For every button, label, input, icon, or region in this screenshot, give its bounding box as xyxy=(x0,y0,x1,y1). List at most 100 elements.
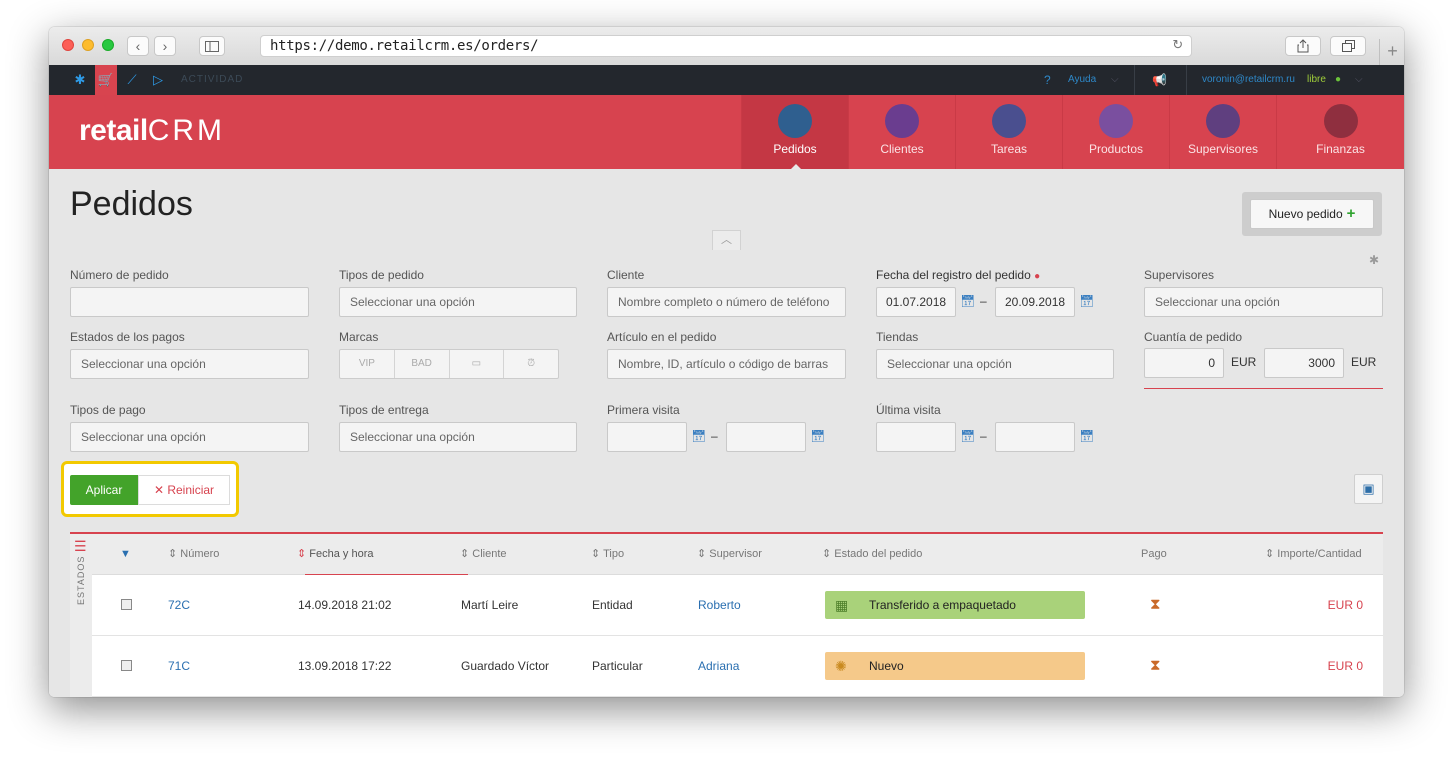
payment-status-select[interactable]: Seleccionar una opción xyxy=(70,349,309,379)
col-amount[interactable]: ⇕ Importe/Cantidad xyxy=(1265,534,1362,574)
row-checkbox[interactable] xyxy=(121,599,132,610)
mark-bookmark-button[interactable]: ▭ xyxy=(450,350,505,378)
col-manager[interactable]: ⇕ Supervisor xyxy=(697,534,762,574)
collapse-filters-button[interactable]: ︿ xyxy=(712,230,741,250)
new-order-button[interactable]: Nuevo pedido + xyxy=(1250,199,1374,229)
row-checkbox[interactable] xyxy=(121,660,132,671)
nav-managers[interactable]: Supervisores xyxy=(1169,95,1276,169)
col-number[interactable]: ⇕ Número xyxy=(168,534,219,574)
calendar-icon[interactable]: 📅︎ xyxy=(810,429,825,443)
product-input[interactable]: Nombre, ID, artículo o código de barras xyxy=(607,349,846,379)
statuses-side-tab[interactable]: ☰ ESTADOS xyxy=(70,534,93,697)
order-types-label: Tipos de pedido xyxy=(339,268,424,282)
zoom-window-button[interactable] xyxy=(102,39,114,51)
shops-select[interactable]: Seleccionar una opción xyxy=(876,349,1114,379)
last-visit-from-input[interactable] xyxy=(876,422,956,452)
mark-bad-button[interactable]: BAD xyxy=(395,350,450,378)
col-datetime[interactable]: ⇕ Fecha y hora xyxy=(297,534,373,574)
payment-types-select[interactable]: Seleccionar una opción xyxy=(70,422,309,452)
cart-icon[interactable]: 🛒 xyxy=(95,65,117,95)
amount-to-input[interactable]: 3000 xyxy=(1264,348,1344,378)
share-button[interactable] xyxy=(1285,36,1321,56)
nav-customers[interactable]: Clientes xyxy=(848,95,955,169)
delivery-types-select[interactable]: Seleccionar una opción xyxy=(339,422,577,452)
nav-tasks-label: Tareas xyxy=(990,142,1028,156)
order-manager-link[interactable]: Adriana xyxy=(698,636,739,696)
status-badge[interactable]: ▦ Transferido a empaquetado xyxy=(825,591,1085,619)
play-icon[interactable]: ▷ xyxy=(149,65,167,95)
activity-link[interactable]: ACTIVIDAD xyxy=(181,65,243,95)
order-number-input[interactable] xyxy=(70,287,309,317)
col-client[interactable]: ⇕ Cliente xyxy=(460,534,507,574)
calendar-icon[interactable]: 📅︎ xyxy=(960,429,975,443)
settings-icon[interactable]: ✱ xyxy=(71,65,89,95)
table-header: ▼ ⇕ Número ⇕ Fecha y hora ⇕ Cliente ⇕ Ti… xyxy=(92,534,1383,576)
calendar-icon[interactable]: 📅︎ xyxy=(691,429,706,443)
close-window-button[interactable] xyxy=(62,39,74,51)
user-email[interactable]: voronin@retailcrm.ru xyxy=(1202,65,1295,95)
order-number-link[interactable]: 71C xyxy=(168,636,190,696)
order-types-select[interactable]: Seleccionar una opción xyxy=(339,287,577,317)
user-menu-chevron-icon[interactable]: ⌵ xyxy=(1355,65,1363,95)
sidebar-toggle-button[interactable] xyxy=(199,36,225,56)
forward-button[interactable]: › xyxy=(154,36,176,56)
required-dot-icon: ● xyxy=(1034,271,1041,282)
col-status[interactable]: ⇕ Estado del pedido xyxy=(822,534,922,574)
user-status[interactable]: libre xyxy=(1307,65,1326,95)
mark-alarm-button[interactable]: ⏰︎ xyxy=(504,350,558,378)
first-visit-from-input[interactable] xyxy=(607,422,687,452)
last-visit-label: Última visita xyxy=(876,403,941,417)
col-type[interactable]: ⇕ Tipo xyxy=(591,534,624,574)
client-input[interactable]: Nombre completo o número de teléfono xyxy=(607,287,846,317)
boxes-icon: ▦ xyxy=(835,597,849,613)
address-bar[interactable]: https://demo.retailcrm.es/orders/ ↻ xyxy=(260,35,1192,57)
apply-button[interactable]: Aplicar xyxy=(70,475,138,505)
reset-button[interactable]: ✕ Reiniciar xyxy=(138,475,230,505)
floppy-disk-icon: ▣ xyxy=(1362,481,1375,496)
nav-tasks[interactable]: Tareas xyxy=(955,95,1062,169)
tabs-icon xyxy=(1341,40,1355,52)
amount-from-input[interactable]: 0 xyxy=(1144,348,1224,378)
shops-label: Tiendas xyxy=(876,330,919,344)
nav-products[interactable]: Productos xyxy=(1062,95,1169,169)
filter-settings-icon[interactable]: ✱ xyxy=(1369,253,1379,267)
nav-finance[interactable]: Finanzas xyxy=(1276,95,1404,169)
first-visit-to-input[interactable] xyxy=(726,422,806,452)
back-button[interactable]: ‹ xyxy=(127,36,149,56)
nav-orders[interactable]: Pedidos xyxy=(741,95,848,170)
calendar-icon[interactable]: 📅︎ xyxy=(960,294,975,308)
help-icon[interactable]: ? xyxy=(1044,65,1051,95)
order-amount: EUR 0 xyxy=(1327,659,1363,673)
order-manager-link[interactable]: Roberto xyxy=(698,575,741,635)
mark-vip-button[interactable]: VIP xyxy=(340,350,395,378)
calendar-icon[interactable]: 📅︎ xyxy=(1079,429,1094,443)
tabs-overview-button[interactable] xyxy=(1330,36,1366,56)
order-number-link[interactable]: 72C xyxy=(168,575,190,635)
help-link[interactable]: Ayuda xyxy=(1068,65,1096,95)
last-visit-to-input[interactable] xyxy=(995,422,1075,452)
chevron-down-icon[interactable]: ⌵ xyxy=(1111,65,1119,95)
hourglass-icon: ⧗ xyxy=(1150,596,1161,613)
reload-icon[interactable]: ↻ xyxy=(1172,36,1183,56)
table-row[interactable]: 72C 14.09.2018 21:02 Martí Leire Entidad… xyxy=(92,575,1383,636)
megaphone-icon[interactable]: 📢 xyxy=(1152,65,1167,95)
payment-types-label: Tipos de pago xyxy=(70,403,146,417)
order-amount: EUR 0 xyxy=(1327,598,1363,612)
analytics-icon[interactable]: ⟋ xyxy=(123,65,141,95)
managers-select[interactable]: Seleccionar una opción xyxy=(1144,287,1383,317)
select-all-chevron-icon[interactable]: ▼ xyxy=(120,534,131,574)
orders-page: Pedidos Nuevo pedido + ︿ ✱ Número de pedi… xyxy=(49,169,1404,697)
reg-date-from-input[interactable]: 01.07.2018 xyxy=(876,287,956,317)
minimize-window-button[interactable] xyxy=(82,39,94,51)
calendar-icon[interactable]: 📅︎ xyxy=(1079,294,1094,308)
status-badge[interactable]: ✺ Nuevo xyxy=(825,652,1085,680)
table-row[interactable]: 71C 13.09.2018 17:22 Guardado Víctor Par… xyxy=(92,636,1383,697)
new-tab-button[interactable]: + xyxy=(1379,39,1404,65)
menu-icon[interactable]: ☰ xyxy=(74,538,87,555)
retailcrm-logo[interactable]: retailCRM xyxy=(79,114,225,148)
reg-date-to-input[interactable]: 20.09.2018 xyxy=(995,287,1075,317)
reg-date-label: Fecha del registro del pedido ● xyxy=(876,268,1041,282)
amount-label: Cuantía de pedido xyxy=(1144,330,1243,344)
save-filter-button[interactable]: ▣ xyxy=(1354,474,1383,504)
page-title: Pedidos xyxy=(70,185,193,223)
